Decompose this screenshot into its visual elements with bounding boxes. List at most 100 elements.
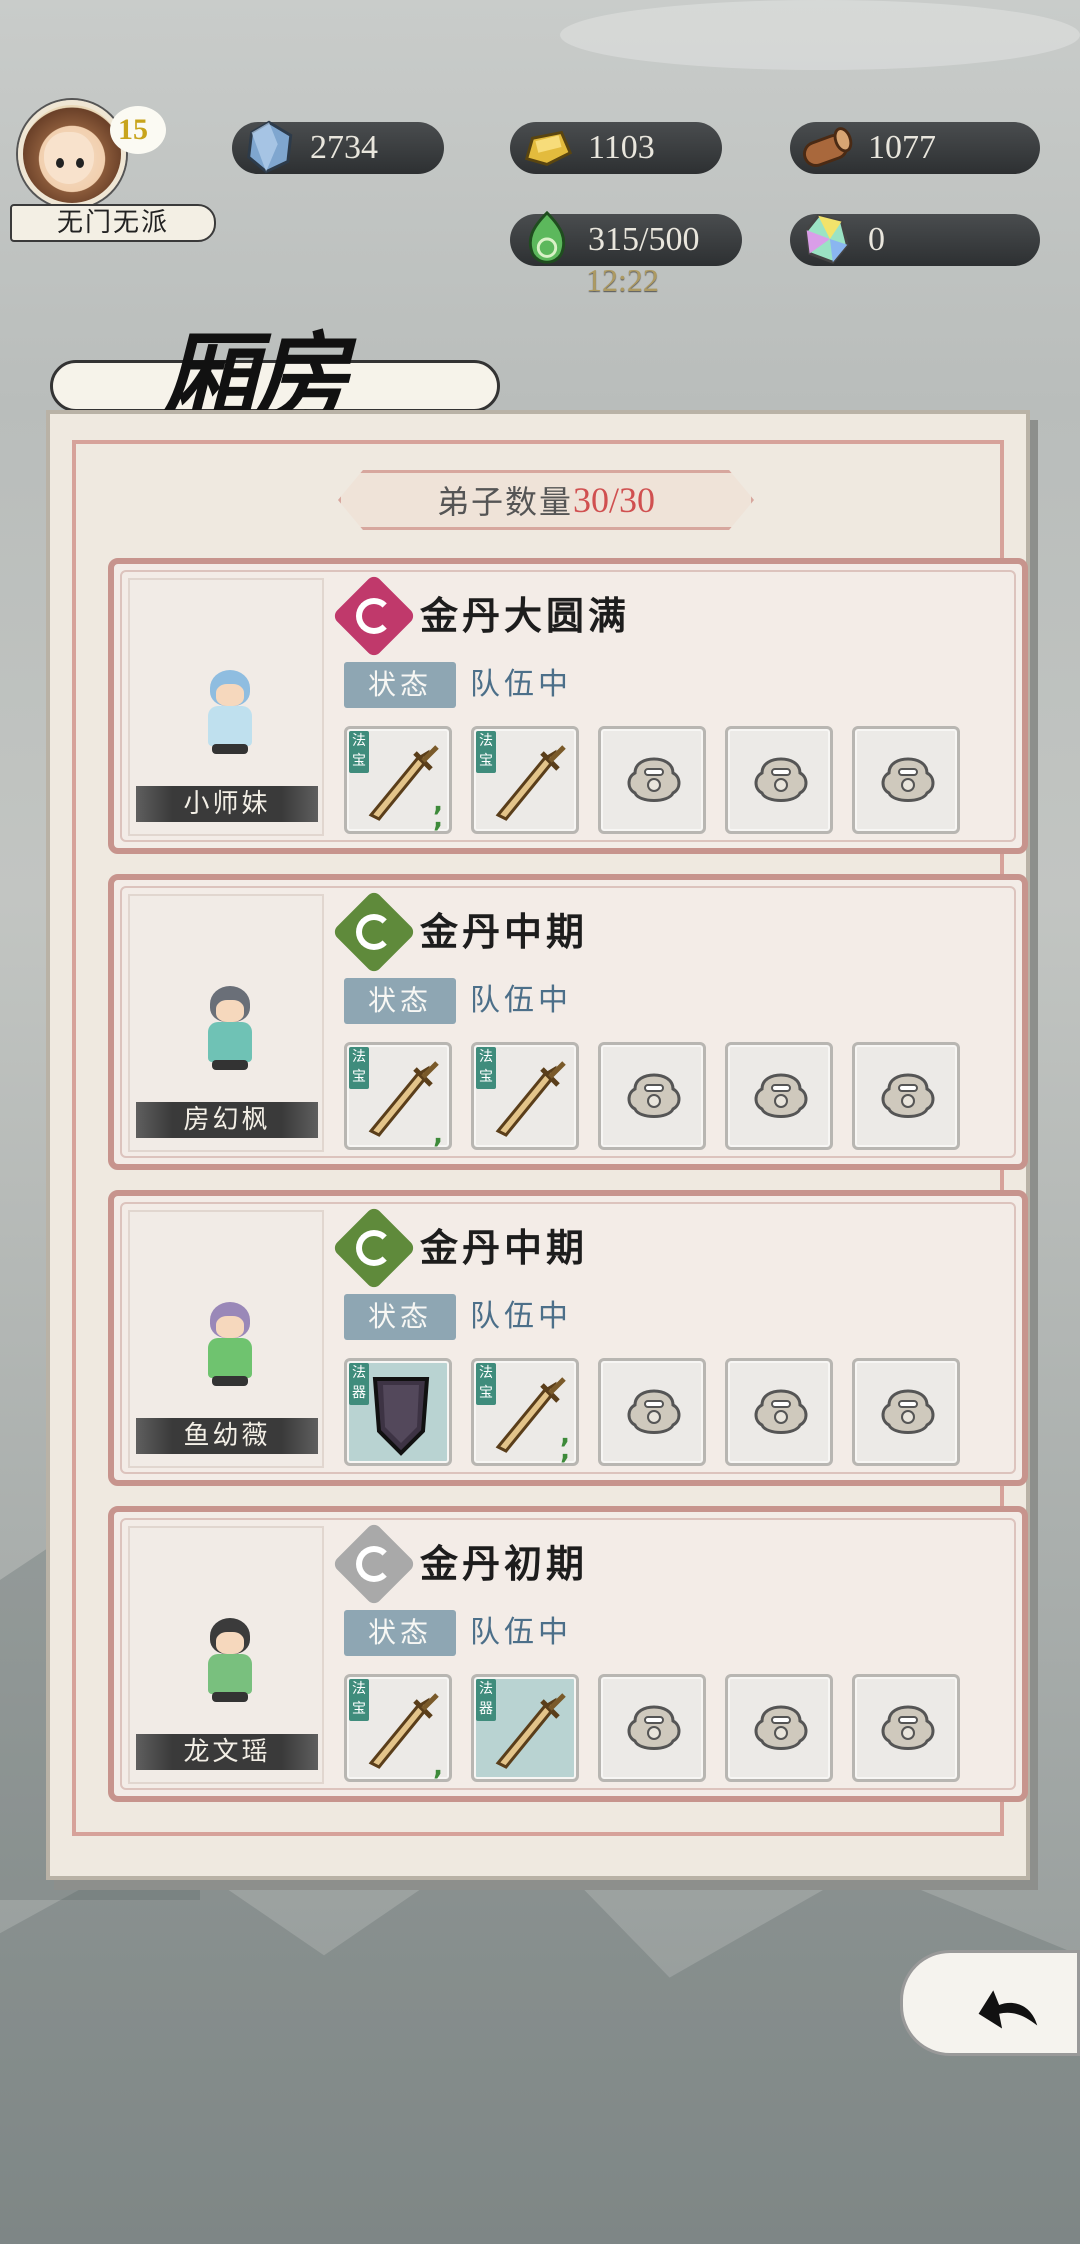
disciple-sprite (202, 1302, 258, 1388)
crystal-value: 0 (868, 221, 885, 258)
stamina-counter[interactable]: 315/500 (510, 210, 742, 266)
equipment-tag: 法宝 (349, 1679, 369, 1721)
disciple-portrait[interactable]: 房幻枫 (128, 894, 324, 1152)
sword-icon (495, 1693, 566, 1769)
crystal-counter[interactable]: 0 (790, 214, 1040, 266)
realm-text: 金丹初期 (420, 1541, 589, 1586)
status-value: 队伍中 (470, 667, 572, 702)
status-value: 队伍中 (470, 1615, 572, 1650)
sword-icon (495, 745, 566, 821)
equipment-tag: 法宝 (349, 1047, 369, 1089)
disciple-name: 鱼幼薇 (136, 1418, 318, 1454)
equipment-slot[interactable]: 法宝, (344, 1674, 452, 1782)
locked-slot[interactable] (598, 1674, 706, 1782)
gold-ingot-icon (524, 130, 573, 166)
status-value: 队伍中 (470, 1299, 572, 1334)
locked-slot[interactable] (725, 726, 833, 834)
stamina-value: 315/500 (588, 221, 700, 258)
lock-icon (754, 1073, 808, 1118)
locked-slot[interactable] (725, 1042, 833, 1150)
rainbow-crystal-icon (805, 214, 849, 264)
sword-icon (368, 1693, 439, 1769)
locked-slot[interactable] (852, 1358, 960, 1466)
equipment-tag: 法宝 (349, 731, 369, 773)
locked-slot[interactable] (725, 1674, 833, 1782)
disciple-name: 小师妹 (136, 786, 318, 822)
disciple-portrait[interactable]: 小师妹 (128, 578, 324, 836)
enhance-marks: ,, (433, 788, 443, 834)
sword-icon (495, 1377, 566, 1453)
locked-slot[interactable] (852, 1042, 960, 1150)
locked-slot[interactable] (598, 726, 706, 834)
locked-slot[interactable] (598, 1042, 706, 1150)
blue-stone-icon (247, 120, 293, 174)
enhance-marks: ,, (560, 1420, 570, 1466)
equipment-slot[interactable]: 法宝, (344, 1042, 452, 1150)
locked-slot[interactable] (852, 726, 960, 834)
room-panel: 弟子数量 30/30 小师妹 金丹大圆满 状态 队伍中 法宝,, 法宝 房幻枫 金丹中期 状态队… (46, 410, 1030, 1880)
sect-label: 无门无派 (10, 204, 216, 242)
sword-icon (368, 1061, 439, 1137)
back-arrow-icon (978, 1990, 1038, 2029)
green-jade-icon (528, 210, 566, 264)
disciple-portrait[interactable]: 鱼幼薇 (128, 1210, 324, 1468)
equipment-tag: 法宝 (476, 1047, 496, 1089)
disciple-card[interactable]: 小师妹 金丹大圆满 状态 队伍中 法宝,, 法宝 (108, 558, 1028, 854)
equipment-slot[interactable]: 法宝,, (344, 726, 452, 834)
lock-icon (627, 1705, 681, 1750)
lock-icon (881, 1073, 935, 1118)
avatar-face (44, 132, 94, 184)
lock-icon (754, 1705, 808, 1750)
disciple-count-banner: 弟子数量 30/30 (338, 470, 754, 530)
enhance-marks: , (433, 1752, 443, 1782)
status-label: 状态 (344, 1610, 456, 1656)
lock-icon (881, 1705, 935, 1750)
disciple-count-label: 弟子数量 (436, 483, 573, 521)
background-mist (560, 0, 1080, 70)
locked-slot[interactable] (852, 1674, 960, 1782)
disciple-sprite (202, 986, 258, 1072)
gold-counter[interactable]: 1103 (510, 122, 722, 174)
lock-icon (754, 757, 808, 802)
equipment-tag: 法器 (349, 1363, 369, 1405)
realm-text: 金丹大圆满 (420, 593, 631, 638)
equipment-slot[interactable]: 法器 (471, 1674, 579, 1782)
locked-slot[interactable] (598, 1358, 706, 1466)
disciple-card[interactable]: 房幻枫 金丹中期 状态 队伍中 法宝, 法宝 (108, 874, 1028, 1170)
status-label: 状态 (344, 978, 456, 1024)
wood-value: 1077 (868, 129, 936, 166)
sword-icon (368, 745, 439, 821)
equipment-slot[interactable]: 法宝,, (471, 1358, 579, 1466)
realm-icon (331, 1521, 417, 1607)
disciple-card[interactable]: 鱼幼薇 金丹中期 状态 队伍中 法器 法宝,, (108, 1190, 1028, 1486)
equipment-slot[interactable]: 法器 (344, 1358, 452, 1466)
disciple-name: 房幻枫 (136, 1102, 318, 1138)
enhance-marks: , (433, 1120, 443, 1150)
lock-icon (627, 1389, 681, 1434)
disciple-card[interactable]: 龙文瑶 金丹初期 状态 队伍中 法宝, 法器 (108, 1506, 1028, 1802)
disciple-sprite (202, 1618, 258, 1704)
status-value: 队伍中 (470, 983, 572, 1018)
avatar-eye (56, 158, 64, 168)
lock-icon (627, 1073, 681, 1118)
equipment-slot[interactable]: 法宝 (471, 1042, 579, 1150)
player-avatar-panel[interactable]: 15 无门无派 (10, 92, 216, 242)
wood-counter[interactable]: 1077 (790, 122, 1040, 174)
stone-counter[interactable]: 2734 (232, 120, 444, 174)
armor-icon (372, 1377, 430, 1456)
locked-slot[interactable] (725, 1358, 833, 1466)
equipment-slot[interactable]: 法宝 (471, 726, 579, 834)
back-button[interactable] (900, 1950, 1080, 2056)
equipment-tag: 法宝 (476, 731, 496, 773)
lock-icon (627, 757, 681, 802)
realm-icon (331, 1205, 417, 1291)
status-label: 状态 (344, 662, 456, 708)
disciple-count-value: 30/30 (573, 480, 656, 520)
realm-text: 金丹中期 (420, 1225, 589, 1270)
gold-value: 1103 (588, 129, 655, 166)
disciple-sprite (202, 670, 258, 756)
disciple-portrait[interactable]: 龙文瑶 (128, 1526, 324, 1784)
level-badge: 15 (110, 106, 166, 154)
sword-icon (495, 1061, 566, 1137)
stamina-timer: 12:22 (586, 262, 659, 298)
